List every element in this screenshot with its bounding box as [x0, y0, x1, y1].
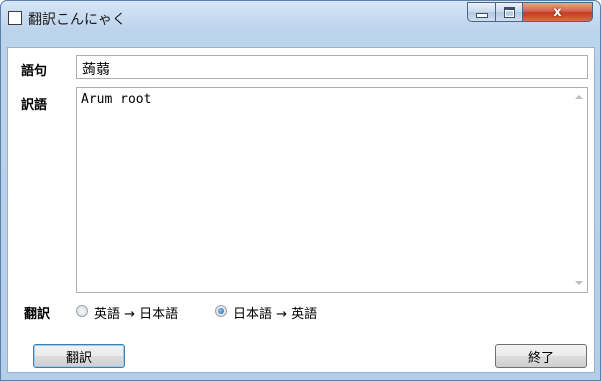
- close-icon: x: [553, 4, 562, 20]
- minimize-icon: [475, 12, 488, 18]
- scroll-up-arrow-icon[interactable]: [575, 95, 583, 99]
- maximize-icon: [503, 6, 515, 18]
- direction-label: 翻訳: [24, 307, 51, 322]
- close-button[interactable]: x: [522, 2, 593, 22]
- vertical-scrollbar[interactable]: [570, 88, 587, 292]
- yakugo-label: 訳語: [21, 98, 48, 113]
- radio-ja-to-en-label[interactable]: 日本語 → 英語: [233, 303, 317, 322]
- application-window: 翻訳こんにゃく x 語句 蒟蒻 訳語 Arum root 翻訳 英語 → 日本語…: [0, 0, 601, 381]
- title-bar[interactable]: 翻訳こんにゃく x: [1, 1, 600, 31]
- exit-button[interactable]: 終了: [495, 344, 587, 368]
- direction-row: 翻訳 英語 → 日本語 日本語 → 英語: [24, 302, 524, 322]
- translate-button[interactable]: 翻訳: [33, 344, 125, 368]
- app-icon: [8, 11, 22, 25]
- yakugo-textarea[interactable]: Arum root: [76, 87, 588, 293]
- radio-en-to-ja[interactable]: [76, 305, 88, 317]
- goku-label: 語句: [21, 64, 48, 79]
- minimize-button[interactable]: [467, 2, 495, 22]
- radio-ja-to-en[interactable]: [215, 305, 227, 317]
- yakugo-text: Arum root: [81, 92, 152, 107]
- client-area: 語句 蒟蒻 訳語 Arum root 翻訳 英語 → 日本語 日本語 → 英語 …: [7, 47, 595, 373]
- window-title: 翻訳こんにゃく: [28, 12, 126, 28]
- radio-en-to-ja-label[interactable]: 英語 → 日本語: [94, 303, 178, 322]
- caption-buttons: x: [467, 2, 593, 22]
- goku-input[interactable]: 蒟蒻: [76, 55, 588, 79]
- maximize-button[interactable]: [495, 2, 522, 22]
- scroll-down-arrow-icon[interactable]: [575, 281, 583, 285]
